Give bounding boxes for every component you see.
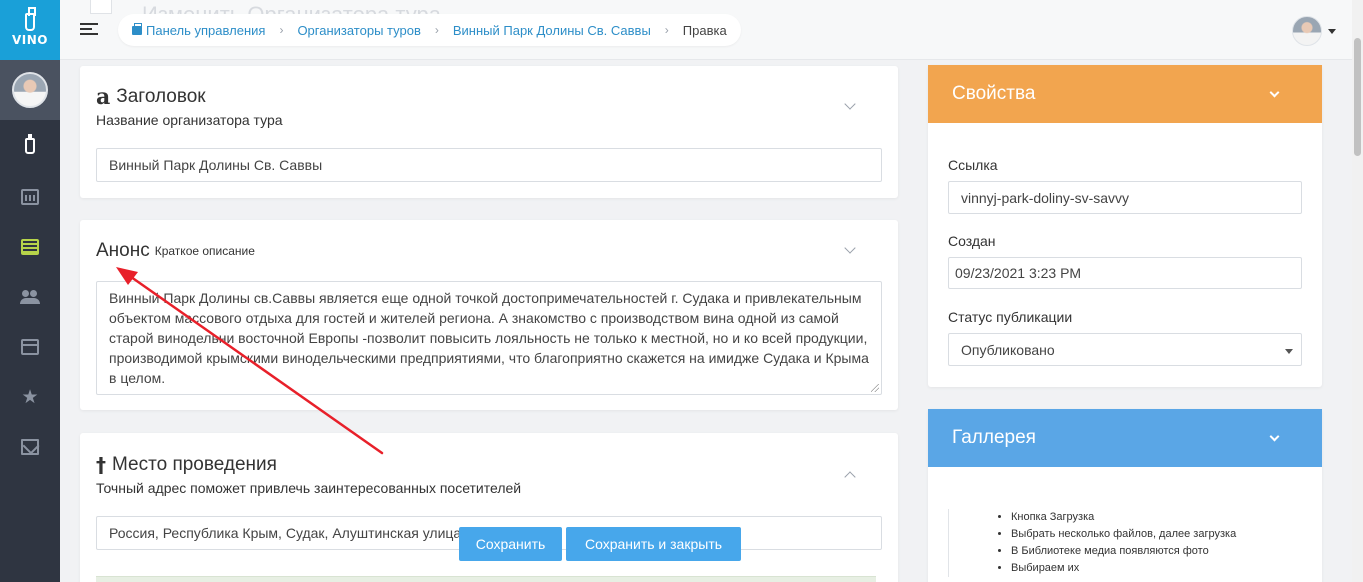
vino-logo[interactable]: VINO [0, 0, 60, 60]
intro-card-heading: Анонс Краткое описание [96, 240, 255, 262]
breadcrumb-organizer[interactable]: Винный Парк Долины Св. Саввы [453, 23, 651, 38]
save-and-close-button[interactable]: Сохранить и закрыть [566, 527, 741, 561]
intro-text: Винный Парк Долины св.Саввы является еще… [109, 290, 869, 386]
page-title-icon [90, 0, 112, 14]
intro-card-note: Краткое описание [154, 244, 255, 258]
link-label: Ссылка [948, 157, 998, 173]
breadcrumb-separator: › [434, 23, 439, 37]
venue-card-title: Место проведения [112, 454, 277, 475]
status-select[interactable]: Опубликовано [948, 333, 1302, 366]
gallery-instructions: Кнопка Загрузка Выбрать несколько файлов… [948, 509, 1236, 577]
star-icon: ★ [21, 386, 39, 408]
status-value: Опубликовано [961, 341, 1055, 358]
menu-toggle-icon[interactable] [80, 23, 98, 36]
user-menu[interactable] [1292, 16, 1336, 46]
scrollbar-thumb[interactable] [1354, 38, 1361, 156]
bottle-icon [25, 134, 35, 154]
properties-panel: Свойства Ссылка vinnyj-park-doliny-sv-sa… [928, 65, 1322, 387]
list-item: Кнопка Загрузка [1011, 509, 1236, 526]
gallery-title: Галлерея [952, 427, 1036, 448]
signpost-icon: † [96, 453, 106, 477]
status-label: Статус публикации [948, 309, 1073, 325]
avatar [1292, 16, 1322, 46]
created-input[interactable]: 09/23/2021 3:23 PM [948, 257, 1302, 289]
intro-card-title: Анонс [96, 240, 150, 261]
breadcrumb-separator: › [279, 23, 284, 37]
link-input[interactable]: vinnyj-park-doliny-sv-savvy [948, 181, 1302, 214]
breadcrumb-separator: › [664, 23, 669, 37]
text-format-icon: a [96, 84, 111, 110]
created-label: Создан [948, 233, 996, 249]
sidebar-item-mail[interactable] [0, 422, 60, 472]
chevron-down-icon [1269, 87, 1280, 98]
gallery-header[interactable]: Галлерея [928, 409, 1322, 467]
chevron-down-icon[interactable] [844, 242, 856, 254]
calendar-icon [21, 189, 39, 205]
list-icon [21, 239, 39, 255]
venue-card-subtitle: Точный адрес поможет привлечь заинтересо… [96, 480, 522, 496]
chevron-down-icon [1285, 349, 1293, 354]
logo-text: VINO [12, 33, 48, 47]
breadcrumb-current: Правка [682, 22, 727, 38]
list-item: Выбрать несколько файлов, далее загрузка [1011, 526, 1236, 543]
page-scrollbar[interactable] [1352, 0, 1363, 582]
chevron-down-icon [1269, 431, 1280, 442]
sidebar-user-avatar[interactable] [0, 60, 60, 120]
chevron-down-icon[interactable] [844, 98, 856, 110]
title-input[interactable]: Винный Парк Долины Св. Саввы [96, 148, 882, 182]
top-bar: Изменить Организатора тура Панель управл… [60, 0, 1352, 60]
title-card: a Заголовок Название организатора тура В… [80, 66, 898, 198]
list-item: В Библиотеке медиа появляются фото [1011, 543, 1236, 560]
intro-textarea[interactable]: Винный Парк Долины св.Саввы является еще… [96, 281, 882, 395]
breadcrumb-tour-organizers[interactable]: Организаторы туров [297, 23, 420, 38]
sidebar-item-wines[interactable] [0, 120, 60, 172]
intro-card: Анонс Краткое описание Винный Парк Долин… [80, 220, 898, 410]
title-card-heading: a Заголовок [96, 84, 206, 110]
logo-bottle-icon [25, 7, 36, 31]
list-item: Выбираем их [1011, 560, 1236, 577]
sidebar-item-list[interactable] [0, 222, 60, 272]
breadcrumb: Панель управления › Организаторы туров ›… [118, 14, 741, 46]
chevron-down-icon [1328, 28, 1336, 34]
properties-header[interactable]: Свойства [928, 65, 1322, 123]
resize-handle[interactable] [871, 384, 879, 392]
save-button[interactable]: Сохранить [459, 527, 562, 561]
map-preview[interactable] [96, 576, 876, 582]
left-sidebar: VINO ★ [0, 0, 60, 582]
sidebar-item-calendar[interactable] [0, 172, 60, 222]
browser-window-icon [21, 339, 39, 355]
breadcrumb-dashboard[interactable]: Панель управления [146, 23, 265, 38]
title-card-subtitle: Название организатора тура [96, 112, 283, 128]
sidebar-item-favorites[interactable]: ★ [0, 372, 60, 422]
properties-title: Свойства [952, 83, 1036, 104]
sidebar-item-users[interactable] [0, 272, 60, 322]
title-card-title: Заголовок [116, 86, 206, 107]
users-icon [20, 290, 40, 304]
venue-card-heading: † Место проведения [96, 453, 277, 477]
mail-icon [21, 439, 39, 455]
chevron-up-icon[interactable] [844, 471, 856, 483]
gallery-panel: Галлерея Кнопка Загрузка Выбрать несколь… [928, 409, 1322, 582]
avatar [12, 72, 48, 108]
sidebar-item-pages[interactable] [0, 322, 60, 372]
dashboard-icon [132, 22, 142, 35]
